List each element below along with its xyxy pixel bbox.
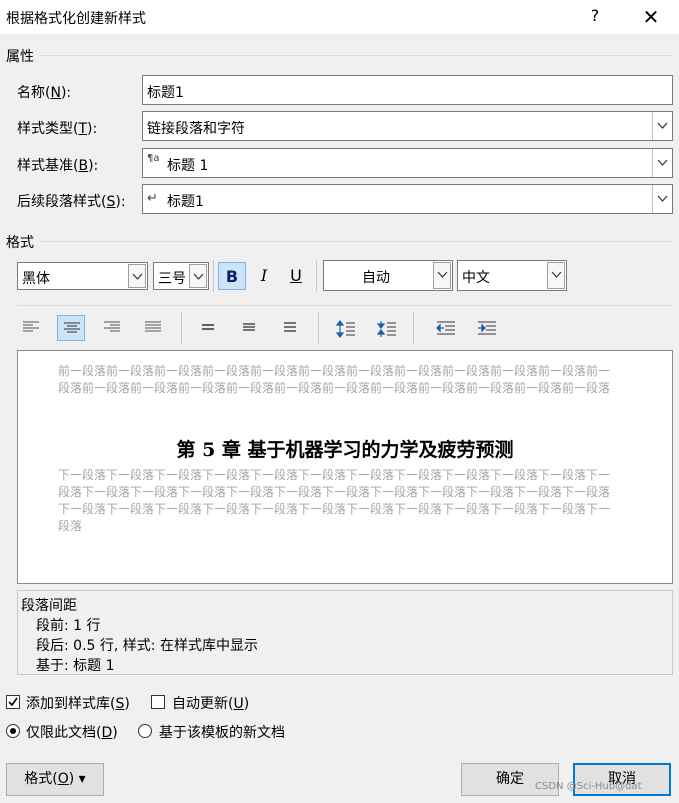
title-bar: 根据格式化创建新样式 ? ✕	[0, 0, 679, 34]
toolbar-separator	[181, 312, 182, 344]
font-value: 黑体	[22, 271, 50, 287]
close-button[interactable]: ✕	[636, 4, 666, 30]
description-line: 段后: 0.5 行, 样式: 在样式库中显示	[36, 638, 258, 654]
align-left-icon[interactable]	[17, 315, 45, 341]
chevron-down-icon[interactable]	[189, 264, 207, 288]
format-divider	[40, 241, 672, 242]
toolbar-separator	[318, 312, 319, 344]
description-line: 基于: 标题 1	[36, 658, 115, 674]
description-line: 段前: 1 行	[36, 618, 101, 634]
chevron-down-icon[interactable]	[652, 185, 672, 213]
increase-indent-icon[interactable]	[472, 315, 500, 341]
align-right-icon[interactable]	[98, 315, 126, 341]
style-preview-pane: 前一段落前一段落前一段落前一段落前一段落前一段落前一段落前一段落前一段落前一段落…	[17, 350, 673, 584]
name-label: 名称(N):	[17, 85, 72, 101]
style-base-label: 样式基准(B):	[17, 158, 99, 174]
double-spacing-icon[interactable]	[276, 315, 304, 341]
return-arrow-icon: ↵	[147, 191, 158, 206]
format-menu-button[interactable]: 格式(O) ▾	[6, 763, 104, 796]
font-select[interactable]: 黑体	[17, 262, 148, 290]
decrease-spacing-icon[interactable]	[372, 315, 400, 341]
watermark: CSDN @Sci-Hub@dat	[535, 781, 642, 792]
style-base-value: 标题 1	[167, 158, 209, 174]
font-color-select[interactable]: 自动	[323, 260, 453, 291]
only-this-document-label[interactable]: 仅限此文档(D)	[26, 722, 118, 742]
align-center-icon[interactable]	[57, 315, 85, 341]
style-name-input[interactable]: 标题1	[142, 75, 673, 105]
single-spacing-icon[interactable]	[194, 315, 222, 341]
italic-button[interactable]: I	[250, 262, 278, 290]
justify-icon[interactable]	[139, 315, 167, 341]
decrease-indent-icon[interactable]	[431, 315, 459, 341]
properties-section-label: 属性	[6, 49, 34, 65]
add-to-gallery-checkbox[interactable]	[6, 695, 20, 709]
preview-previous-paragraph: 前一段落前一段落前一段落前一段落前一段落前一段落前一段落前一段落前一段落前一段落…	[58, 364, 611, 395]
script-value: 中文	[462, 270, 490, 286]
increase-spacing-icon[interactable]	[331, 315, 359, 341]
underline-button[interactable]: U	[282, 262, 310, 290]
preview-next-paragraph: 下一段落下一段落下一段落下一段落下一段落下一段落下一段落下一段落下一段落下一段落…	[58, 468, 611, 533]
chevron-down-icon[interactable]	[652, 112, 672, 140]
auto-update-label[interactable]: 自动更新(U)	[172, 693, 249, 713]
chevron-down-icon[interactable]	[128, 264, 146, 288]
style-description: 段落间距 段前: 1 行 段后: 0.5 行, 样式: 在样式库中显示 基于: …	[17, 590, 673, 675]
help-button[interactable]: ?	[585, 6, 605, 28]
auto-update-checkbox[interactable]	[151, 695, 165, 709]
toolbar-separator	[213, 260, 214, 292]
properties-divider	[40, 55, 672, 56]
font-size-select[interactable]: 三号	[153, 262, 209, 290]
bold-button[interactable]: B	[218, 262, 246, 290]
description-line: 段落间距	[21, 598, 77, 614]
dialog-title: 根据格式化创建新样式	[6, 11, 146, 27]
toolbar-separator	[413, 312, 414, 344]
toolbar-divider	[17, 305, 673, 306]
chevron-down-icon[interactable]	[652, 149, 672, 177]
style-type-label: 样式类型(T):	[17, 121, 98, 137]
next-style-label: 后续段落样式(S):	[17, 194, 126, 210]
preview-heading: 第 5 章 基于机器学习的力学及疲劳预测	[176, 439, 514, 461]
one-half-spacing-icon[interactable]	[235, 315, 263, 341]
script-select[interactable]: 中文	[457, 260, 567, 291]
format-section-label: 格式	[6, 235, 34, 251]
template-documents-label[interactable]: 基于该模板的新文档	[159, 722, 285, 742]
font-size-value: 三号	[158, 271, 186, 287]
style-base-select[interactable]: ¶a 标题 1	[142, 148, 673, 178]
paragraph-style-icon: ¶a	[147, 153, 160, 164]
chevron-down-icon[interactable]	[433, 262, 451, 289]
style-name-value: 标题1	[147, 85, 184, 101]
font-color-value: 自动	[362, 270, 390, 286]
style-type-select[interactable]: 链接段落和字符	[142, 111, 673, 141]
only-this-document-radio[interactable]	[6, 724, 20, 738]
toolbar-separator	[316, 260, 317, 292]
add-to-gallery-label[interactable]: 添加到样式库(S)	[26, 693, 130, 713]
template-documents-radio[interactable]	[138, 724, 152, 738]
next-style-select[interactable]: ↵ 标题1	[142, 184, 673, 214]
chevron-down-icon[interactable]	[547, 262, 565, 289]
next-style-value: 标题1	[167, 194, 204, 210]
style-type-value: 链接段落和字符	[147, 121, 245, 137]
